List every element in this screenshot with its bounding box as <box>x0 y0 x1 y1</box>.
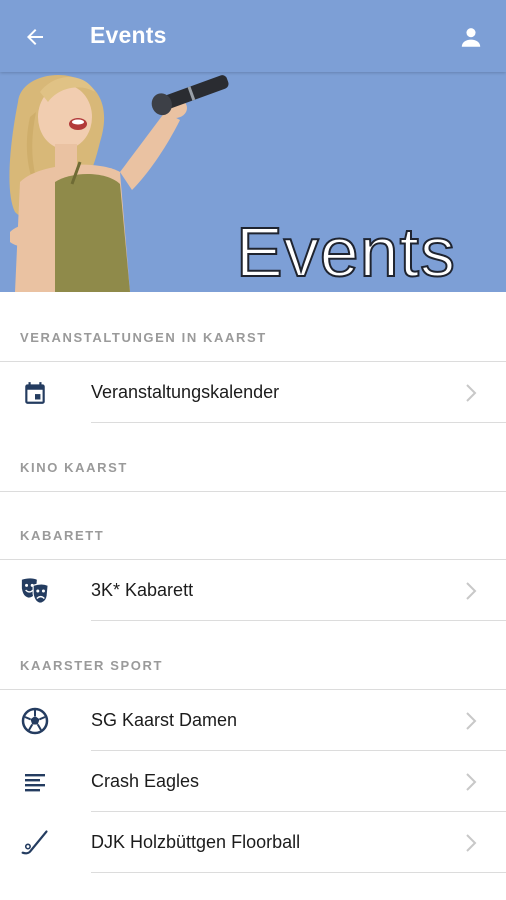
divider <box>91 872 506 873</box>
app-bar: Events <box>0 0 506 72</box>
chevron-right-icon <box>466 712 477 730</box>
hero-title: Events <box>235 212 456 292</box>
singer-illustration <box>9 74 229 292</box>
list-item-label: SG Kaarst Damen <box>91 710 238 730</box>
arrow-left-icon <box>27 29 43 45</box>
section-header-kino: KINO KAARST <box>0 422 506 492</box>
theater-masks-icon <box>20 576 50 606</box>
chevron-right-icon <box>466 582 477 600</box>
account-icon <box>461 28 481 47</box>
list-item-djk-holzbuettgen[interactable]: DJK Holzbüttgen Floorball <box>0 812 506 873</box>
list-item-sg-kaarst-damen[interactable]: SG Kaarst Damen <box>0 690 506 751</box>
section-header-label: KINO KAARST <box>20 460 128 475</box>
list-lines-icon <box>20 767 50 797</box>
section-header-veranstaltungen: VERANSTALTUNGEN IN KAARST <box>0 292 506 362</box>
account-button[interactable] <box>454 20 488 54</box>
calendar-icon <box>20 378 50 408</box>
list-item-veranstaltungskalender[interactable]: Veranstaltungskalender <box>0 362 506 423</box>
list-item-kabarett[interactable]: 3K* Kabarett <box>0 560 506 621</box>
section-header-kabarett: KABARETT <box>0 490 506 560</box>
section-header-label: VERANSTALTUNGEN IN KAARST <box>20 330 267 345</box>
chevron-right-icon <box>466 773 477 791</box>
chevron-right-icon <box>466 834 477 852</box>
soccer-ball-icon <box>20 706 50 736</box>
hero-banner: Events <box>0 72 506 292</box>
section-header-label: KAARSTER SPORT <box>20 658 164 673</box>
list-item-crash-eagles[interactable]: Crash Eagles <box>0 751 506 812</box>
list-item-label: 3K* Kabarett <box>91 580 194 600</box>
section-header-sport: KAARSTER SPORT <box>0 620 506 690</box>
list-item-label: DJK Holzbüttgen Floorball <box>91 832 301 852</box>
page-title: Events <box>90 22 167 48</box>
list-item-label: Crash Eagles <box>91 771 200 791</box>
section-header-label: KABARETT <box>20 528 105 543</box>
list-item-label: Veranstaltungskalender <box>91 382 280 402</box>
chevron-right-icon <box>466 384 477 402</box>
back-button[interactable] <box>18 20 52 54</box>
hockey-stick-icon <box>20 828 50 858</box>
